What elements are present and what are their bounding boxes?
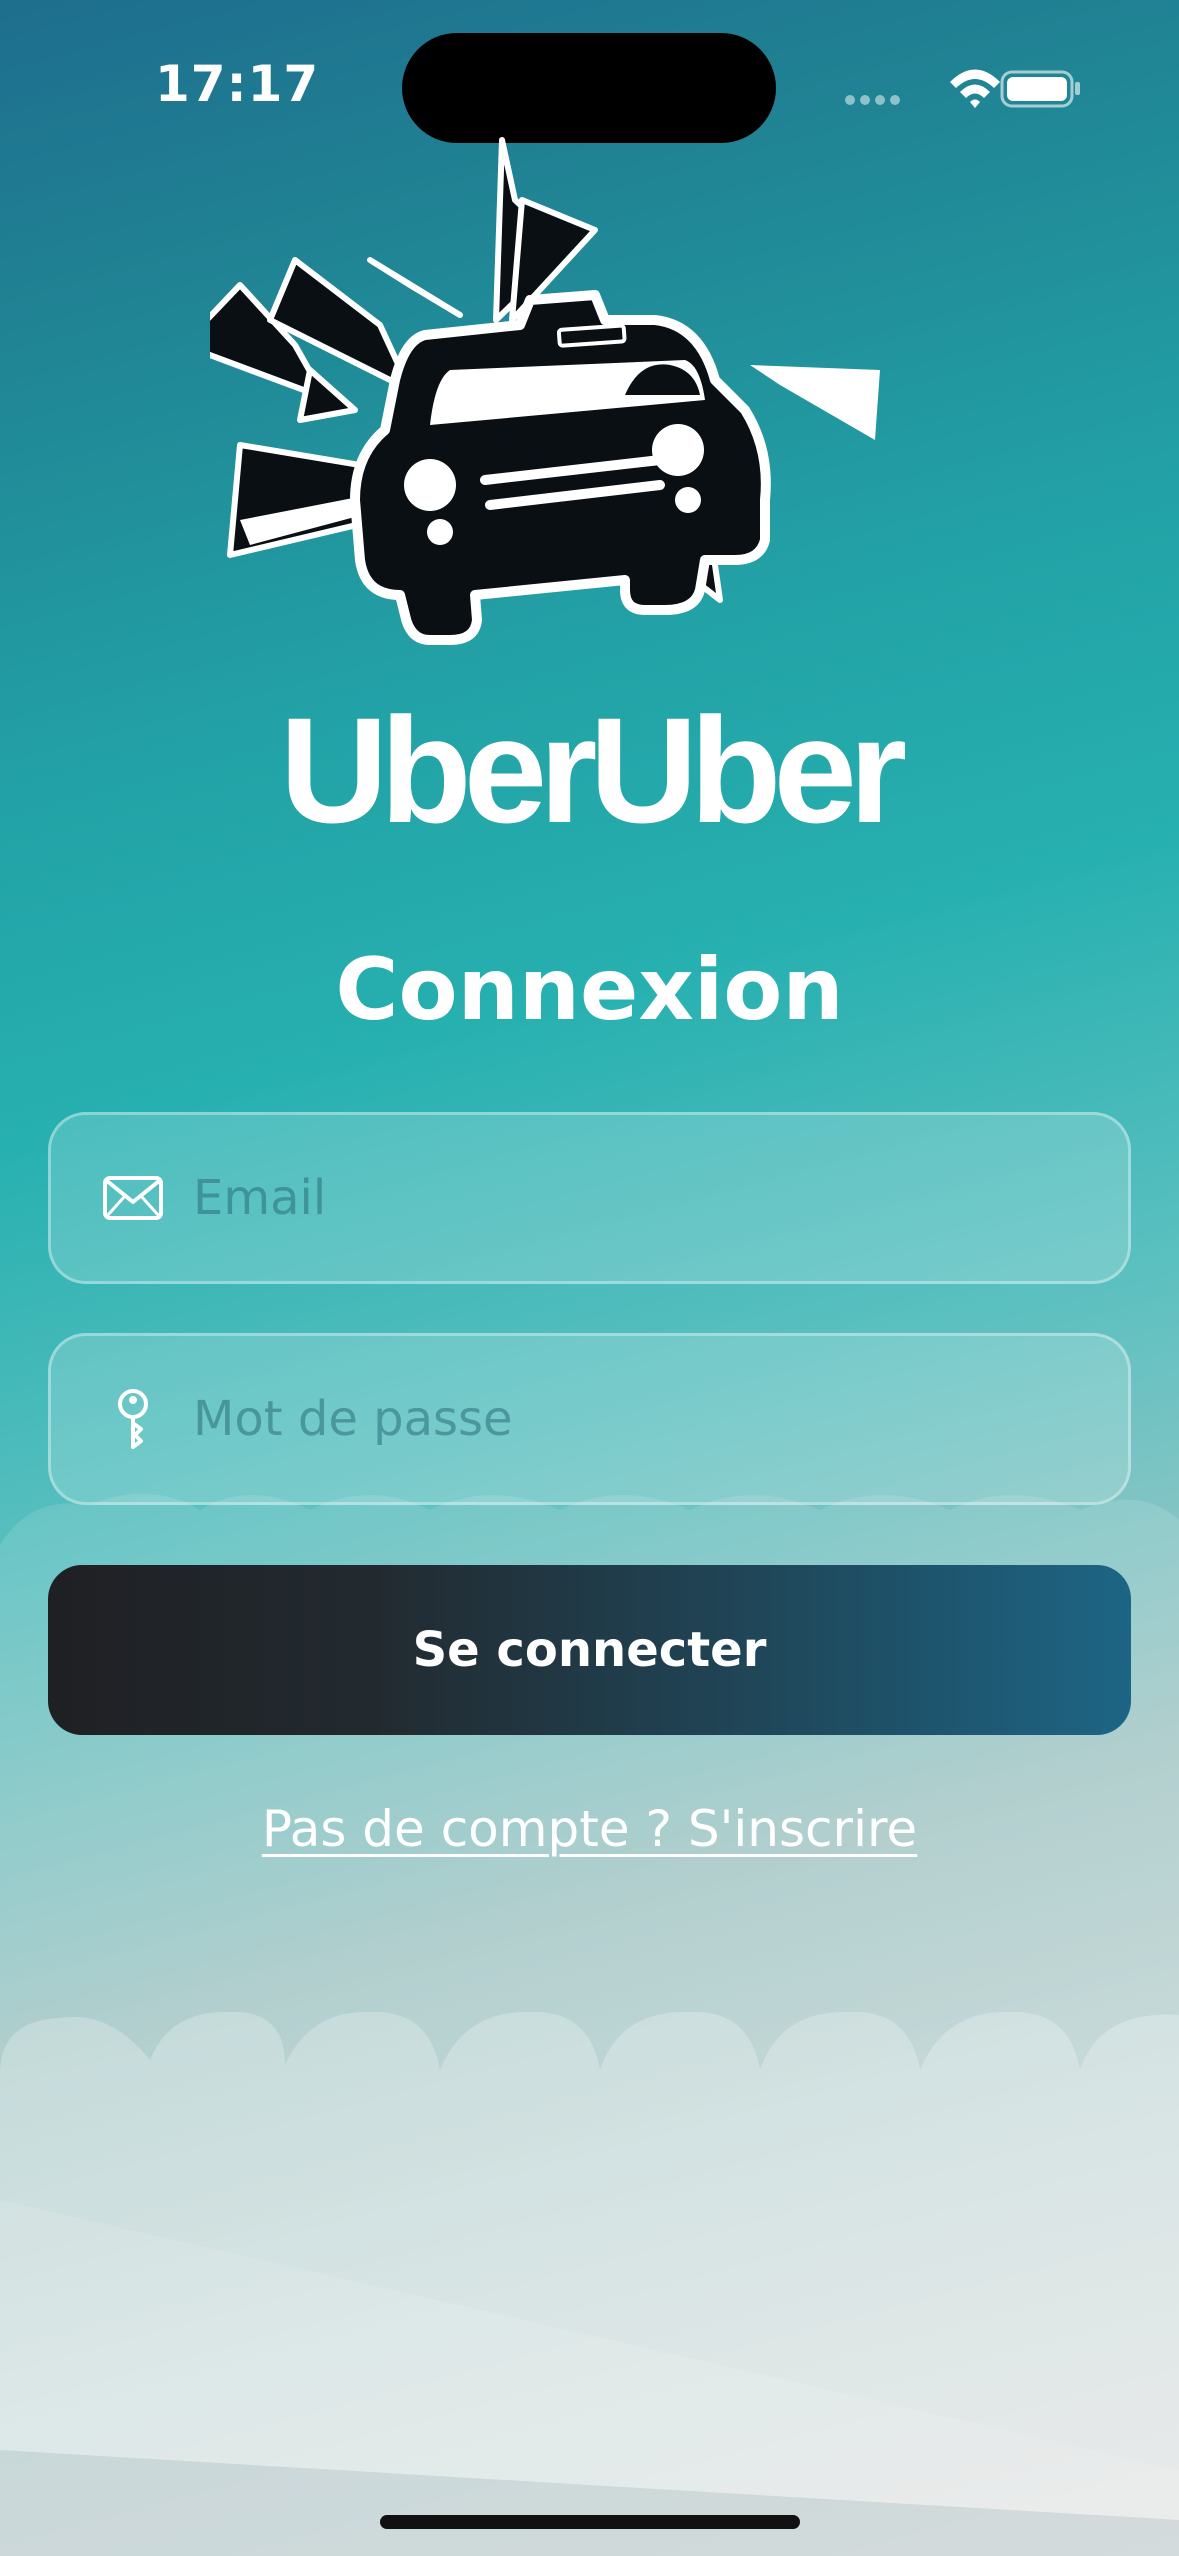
password-field[interactable]	[48, 1333, 1131, 1505]
battery-icon	[1000, 70, 1080, 108]
envelope-icon	[103, 1176, 163, 1220]
key-icon	[118, 1389, 148, 1449]
email-field[interactable]	[48, 1112, 1131, 1284]
brand-name: UberUber	[279, 686, 908, 854]
dynamic-island	[402, 33, 776, 143]
email-input[interactable]	[193, 1115, 1093, 1281]
password-input[interactable]	[193, 1336, 1093, 1502]
page-title: Connexion	[335, 940, 844, 1040]
status-icons	[845, 69, 1080, 108]
signup-link[interactable]: Pas de compte ? S'inscrire	[0, 1800, 1179, 1858]
status-time: 17:17	[155, 55, 320, 113]
taxi-crash-icon	[210, 137, 880, 645]
wifi-icon	[950, 69, 1000, 108]
signal-icon	[845, 95, 900, 105]
login-button[interactable]: Se connecter	[48, 1565, 1131, 1735]
home-indicator[interactable]	[380, 2515, 800, 2529]
